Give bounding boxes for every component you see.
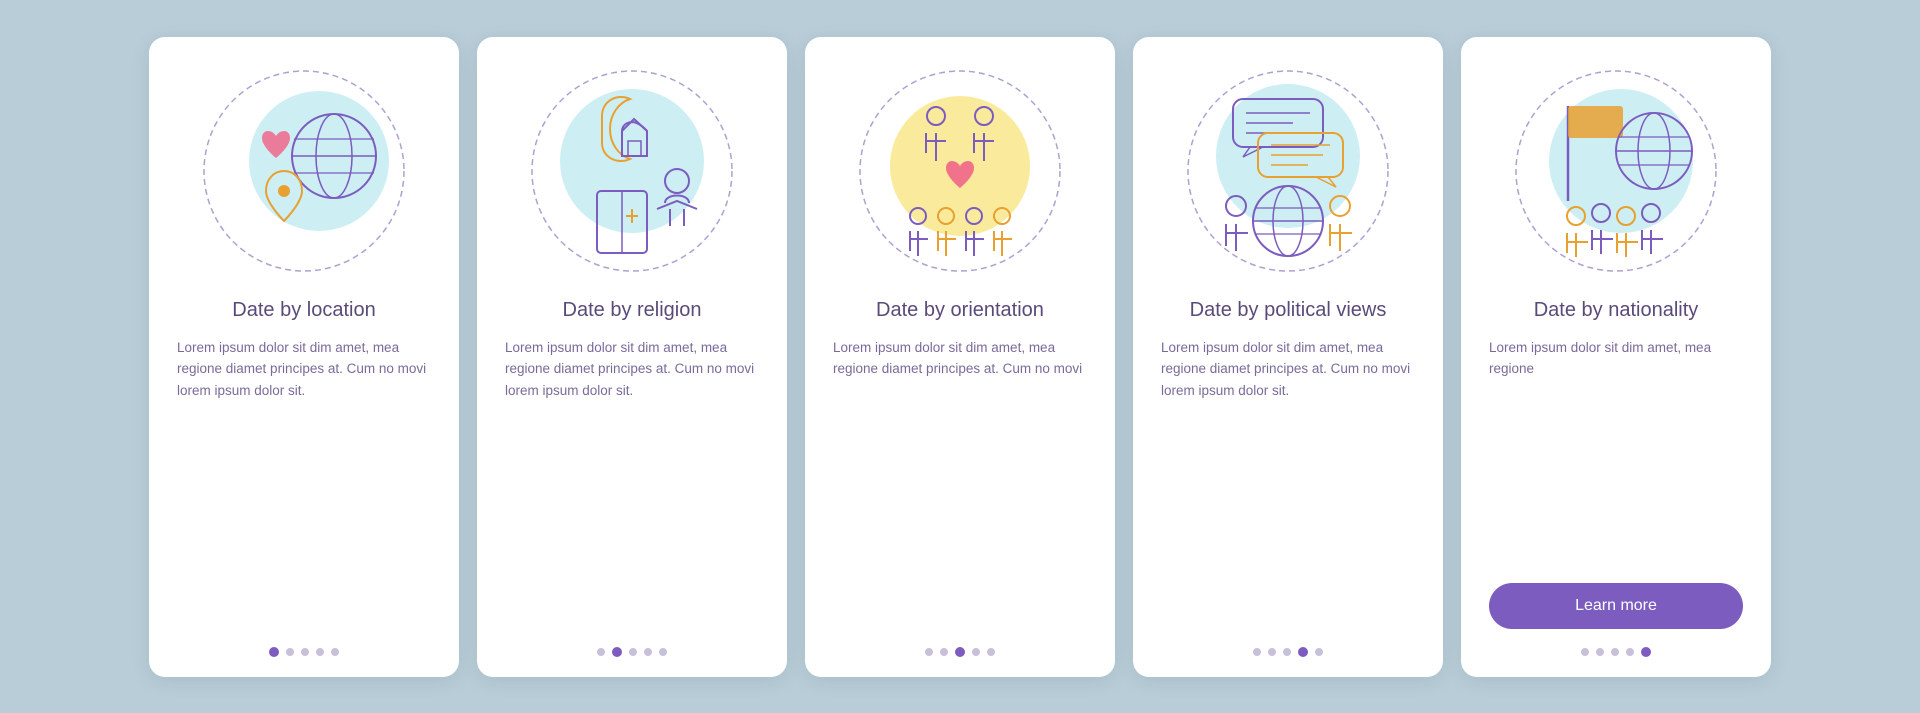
dot-3	[1283, 648, 1291, 656]
card-nationality-title: Date by nationality	[1534, 297, 1699, 323]
card-nationality-dots	[1581, 647, 1651, 657]
card-religion-title: Date by religion	[563, 297, 702, 323]
cards-container: Date by location Lorem ipsum dolor sit d…	[109, 7, 1811, 707]
card-religion: Date by religion Lorem ipsum dolor sit d…	[477, 37, 787, 677]
card-location-title: Date by location	[232, 297, 375, 323]
dot-2	[940, 648, 948, 656]
card-nationality-body: Lorem ipsum dolor sit dim amet, mea regi…	[1489, 337, 1743, 571]
card-political-title: Date by political views	[1190, 297, 1387, 323]
card-political-dots	[1253, 647, 1323, 657]
dot-4	[644, 648, 652, 656]
card-location: Date by location Lorem ipsum dolor sit d…	[149, 37, 459, 677]
dot-5	[331, 648, 339, 656]
dot-3	[955, 647, 965, 657]
card-location-dots	[269, 647, 339, 657]
dot-5	[659, 648, 667, 656]
dot-5	[1315, 648, 1323, 656]
illustration-location	[194, 61, 414, 281]
card-orientation: Date by orientation Lorem ipsum dolor si…	[805, 37, 1115, 677]
dot-2	[1268, 648, 1276, 656]
illustration-religion	[522, 61, 742, 281]
dot-1	[1253, 648, 1261, 656]
illustration-orientation	[850, 61, 1070, 281]
dot-2	[286, 648, 294, 656]
card-orientation-body: Lorem ipsum dolor sit dim amet, mea regi…	[833, 337, 1087, 629]
dot-2	[612, 647, 622, 657]
dot-4	[1626, 648, 1634, 656]
dot-4	[972, 648, 980, 656]
dot-1	[925, 648, 933, 656]
card-location-body: Lorem ipsum dolor sit dim amet, mea regi…	[177, 337, 431, 629]
card-political-body: Lorem ipsum dolor sit dim amet, mea regi…	[1161, 337, 1415, 629]
dot-1	[269, 647, 279, 657]
dot-4	[316, 648, 324, 656]
dot-1	[597, 648, 605, 656]
illustration-nationality	[1506, 61, 1726, 281]
dot-5	[987, 648, 995, 656]
learn-more-button[interactable]: Learn more	[1489, 583, 1743, 629]
card-religion-body: Lorem ipsum dolor sit dim amet, mea regi…	[505, 337, 759, 629]
card-political: Date by political views Lorem ipsum dolo…	[1133, 37, 1443, 677]
dot-5	[1641, 647, 1651, 657]
dot-1	[1581, 648, 1589, 656]
card-orientation-title: Date by orientation	[876, 297, 1044, 323]
dot-3	[629, 648, 637, 656]
card-religion-dots	[597, 647, 667, 657]
card-nationality: Date by nationality Lorem ipsum dolor si…	[1461, 37, 1771, 677]
dot-4	[1298, 647, 1308, 657]
dot-2	[1596, 648, 1604, 656]
illustration-political	[1178, 61, 1398, 281]
card-orientation-dots	[925, 647, 995, 657]
dot-3	[1611, 648, 1619, 656]
dot-3	[301, 648, 309, 656]
